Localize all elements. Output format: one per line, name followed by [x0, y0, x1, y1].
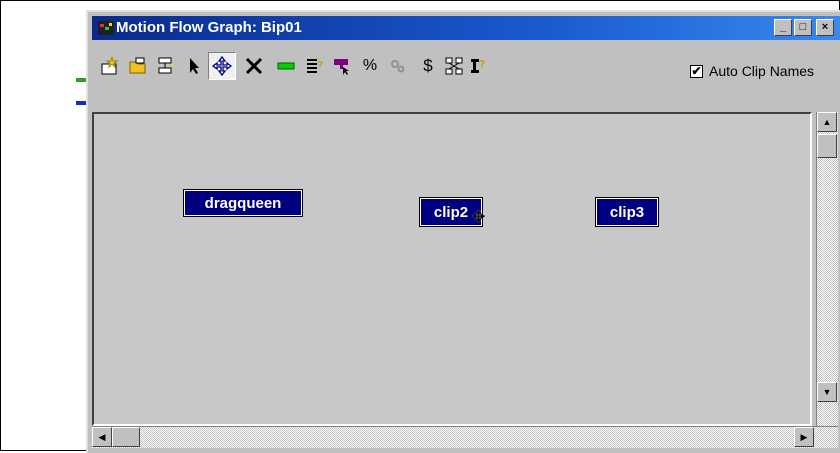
delete-icon[interactable]: [242, 54, 266, 78]
left-panel: [1, 1, 76, 450]
motion-flow-window: Motion Flow Graph: Bip01 _ □ × ? % $ ? ✔…: [86, 10, 840, 453]
scroll-right-button[interactable]: ▶: [794, 427, 814, 447]
dollar-icon[interactable]: $: [416, 54, 440, 78]
vertical-scrollbar[interactable]: ▲ ▼: [816, 112, 838, 426]
scroll-left-button[interactable]: ◀: [92, 427, 112, 447]
maximize-button[interactable]: □: [794, 19, 812, 36]
app-icon: [98, 21, 114, 35]
close-button[interactable]: ×: [816, 19, 834, 36]
clip-node-clip3[interactable]: clip3: [595, 197, 659, 227]
vertical-scroll-thumb[interactable]: [817, 134, 837, 158]
window-title: Motion Flow Graph: Bip01: [116, 19, 302, 36]
minimize-button[interactable]: _: [774, 19, 792, 36]
info-icon[interactable]: ?: [466, 54, 490, 78]
create-clip-icon[interactable]: [98, 54, 122, 78]
layout-icon[interactable]: [442, 54, 466, 78]
horizontal-scrollbar[interactable]: ◀ ▶: [92, 426, 838, 448]
auto-clip-names-label: Auto Clip Names: [709, 63, 815, 79]
add-transition-icon[interactable]: [154, 54, 178, 78]
select-random-icon[interactable]: [330, 54, 354, 78]
toolbar: ? % $ ? ✔ Auto Clip Names: [92, 48, 840, 88]
clip-node-dragqueen[interactable]: dragqueen: [183, 189, 303, 217]
scroll-up-button[interactable]: ▲: [817, 112, 837, 132]
select-arrow-icon[interactable]: [182, 54, 206, 78]
scroll-down-button[interactable]: ▼: [817, 382, 837, 402]
horizontal-scroll-thumb[interactable]: [112, 427, 140, 447]
move-cursor-icon: ✥: [472, 209, 486, 226]
green-bar-icon[interactable]: [274, 54, 298, 78]
title-bar[interactable]: Motion Flow Graph: Bip01 _ □ ×: [92, 16, 840, 40]
auto-clip-names-option[interactable]: ✔ Auto Clip Names: [690, 62, 814, 80]
optimize-icon[interactable]: [386, 54, 410, 78]
open-folder-icon[interactable]: [126, 54, 150, 78]
properties-icon[interactable]: ?: [302, 54, 326, 78]
svg-text:?: ?: [479, 59, 485, 70]
move-icon[interactable]: [208, 52, 236, 80]
auto-clip-names-checkbox[interactable]: ✔: [690, 64, 703, 78]
graph-canvas[interactable]: dragqueen clip2 clip3 ✥: [92, 112, 812, 426]
svg-text:?: ?: [317, 60, 323, 71]
percent-icon[interactable]: %: [358, 54, 382, 78]
